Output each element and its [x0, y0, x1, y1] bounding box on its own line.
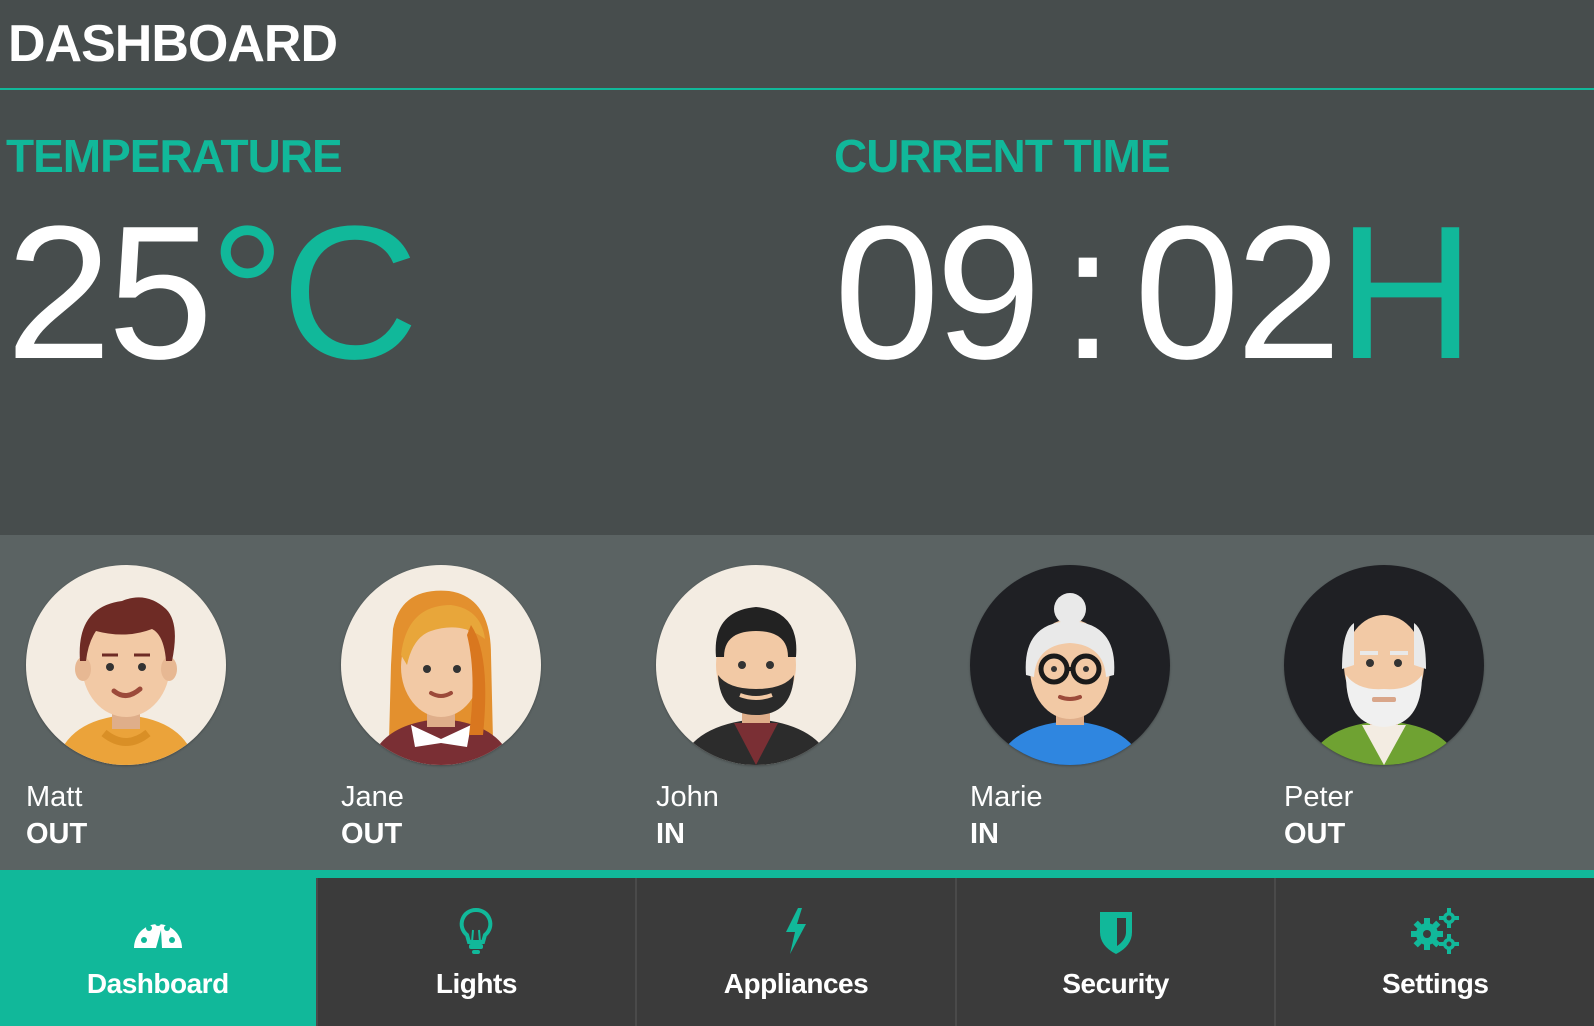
grandpa-beard-avatar: [1284, 565, 1484, 765]
presence-status: OUT: [26, 818, 88, 850]
people-presence-panel: Matt OUT Jane OUT John IN Marie IN Peter…: [0, 535, 1594, 870]
nav-item-security[interactable]: Security: [954, 878, 1275, 1026]
nav-item-dashboard[interactable]: Dashboard: [0, 878, 316, 1026]
page-title: DASHBOARD: [8, 15, 338, 73]
man-beard-avatar: [656, 565, 856, 765]
gears-icon: [1411, 908, 1460, 954]
grandma-glasses-avatar: [970, 565, 1170, 765]
nav-item-settings[interactable]: Settings: [1274, 878, 1594, 1026]
dashboard-app: DASHBOARD TEMPERATURE 25°C CURRENT TIME …: [0, 0, 1594, 1026]
person-card-jane[interactable]: Jane OUT: [341, 565, 561, 853]
presence-status: OUT: [341, 818, 403, 850]
temperature-value: 25: [6, 187, 213, 399]
presence-status: IN: [970, 818, 999, 850]
time-minutes: 02: [1134, 187, 1341, 399]
nav-label: Security: [1062, 968, 1169, 999]
temperature-reading: 25°C: [6, 198, 419, 388]
shield-icon: [1099, 912, 1132, 954]
presence-status: IN: [656, 818, 685, 850]
person-name: Peter: [1284, 781, 1354, 813]
lightbulb-icon: [460, 907, 493, 954]
person-card-peter[interactable]: Peter OUT: [1284, 565, 1504, 853]
bottom-nav: Dashboard Lights Appliances Security Set…: [0, 878, 1594, 1026]
person-card-marie[interactable]: Marie IN: [970, 565, 1190, 853]
nav-label: Lights: [435, 968, 517, 999]
person-name: Marie: [970, 781, 1043, 813]
temperature-label: TEMPERATURE: [6, 130, 343, 182]
presence-status: OUT: [1284, 818, 1346, 850]
woman-blonde-avatar: [341, 565, 541, 765]
nav-label: Settings: [1381, 968, 1489, 999]
time-suffix: H: [1337, 187, 1474, 399]
header: DASHBOARD: [0, 0, 1594, 90]
current-time-label: CURRENT TIME: [834, 130, 1171, 182]
nav-divider: [0, 870, 1594, 878]
person-card-matt[interactable]: Matt OUT: [26, 565, 246, 853]
current-time-widget: CURRENT TIME 09:02H: [834, 130, 1475, 388]
man-brown-hair-avatar: [26, 565, 226, 765]
temperature-unit: °C: [209, 187, 418, 399]
person-name: Jane: [341, 781, 404, 813]
speedometer-icon: [133, 920, 182, 948]
current-time-reading: 09:02H: [834, 198, 1475, 388]
nav-label: Appliances: [723, 968, 869, 999]
time-separator: :: [1061, 187, 1114, 399]
nav-item-appliances[interactable]: Appliances: [635, 878, 955, 1026]
person-name: Matt: [26, 781, 83, 813]
person-name: John: [656, 781, 719, 813]
person-card-john[interactable]: John IN: [656, 565, 876, 853]
time-hours: 09: [834, 187, 1041, 399]
nav-item-lights[interactable]: Lights: [315, 878, 636, 1026]
lightning-bolt-icon: [786, 908, 806, 954]
temperature-widget: TEMPERATURE 25°C: [6, 130, 419, 388]
nav-label: Dashboard: [86, 968, 229, 999]
